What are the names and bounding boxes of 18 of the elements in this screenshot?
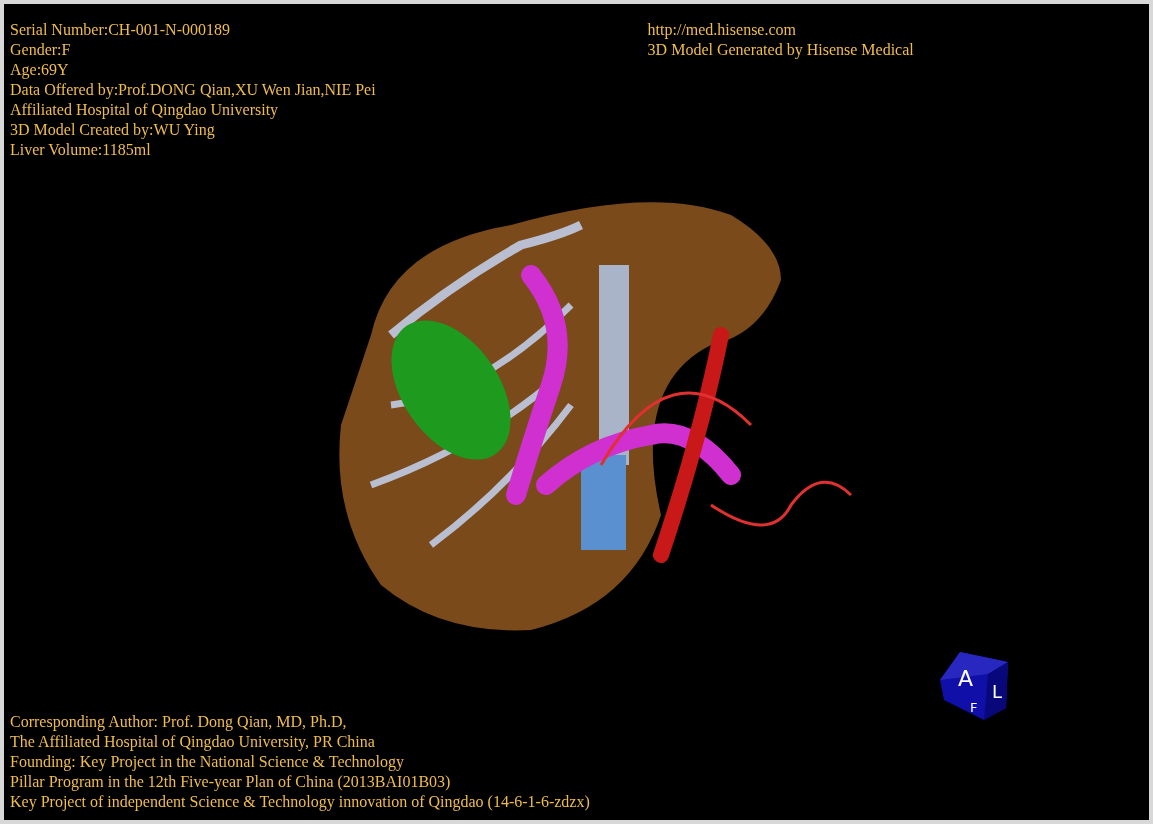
info-text: Age:69Y xyxy=(10,60,70,80)
info-text: Founding: Key Project in the National Science & Technology xyxy=(10,752,406,772)
info-text: Liver Volume:1185ml xyxy=(10,140,152,160)
info-text: Pillar Program in the 12th Five-year Plan of China (2013BAI01B03) xyxy=(10,772,452,792)
info-text: http://med.hisense.com xyxy=(647,20,797,40)
cube-icon[interactable] xyxy=(940,652,1008,720)
info-text: Gender:F xyxy=(10,40,72,60)
cube-label: A xyxy=(958,666,974,691)
info-text: Key Project of independent Science & Technology innovation of Qingdao (14-6-1-6-zdzx) xyxy=(10,792,591,812)
info-text: Data Offered by:Prof.DONG Qian,XU Wen Jian,NIE Pei xyxy=(10,80,376,100)
info-text: Affiliated Hospital of Qingdao University xyxy=(10,100,280,120)
info-text: Serial Number:CH-001-N-000189 xyxy=(10,20,231,40)
cube-label: L xyxy=(992,681,1003,702)
cube-label: F xyxy=(970,700,978,715)
info-text: 3D Model Generated by Hisense Medical xyxy=(647,40,914,60)
info-text: The Affiliated Hospital of Qingdao University, PR China xyxy=(10,732,376,752)
info-text: Corresponding Author: Prof. Dong Qian, MD, Ph.D, xyxy=(10,712,348,732)
info-text: 3D Model Created by:WU Ying xyxy=(10,120,216,140)
